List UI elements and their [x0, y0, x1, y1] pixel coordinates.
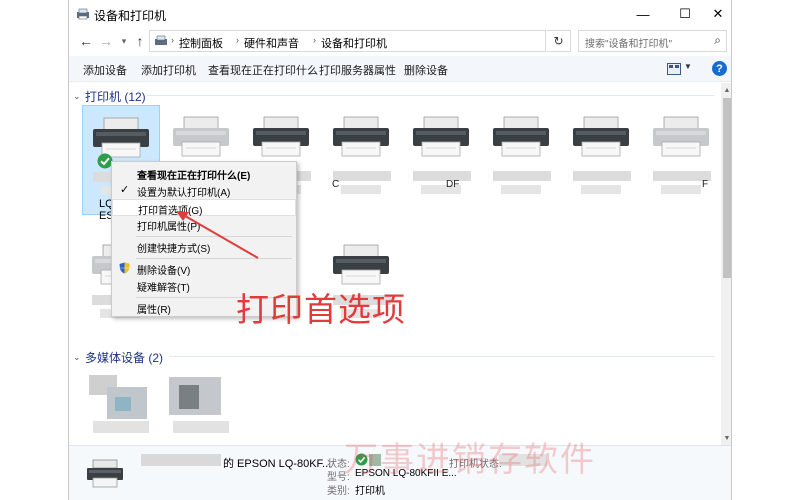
- annotation-arrow: [176, 211, 259, 259]
- watermark-text: 万事进销存软件: [344, 440, 596, 480]
- annotation-label: 打印首选项: [236, 290, 406, 329]
